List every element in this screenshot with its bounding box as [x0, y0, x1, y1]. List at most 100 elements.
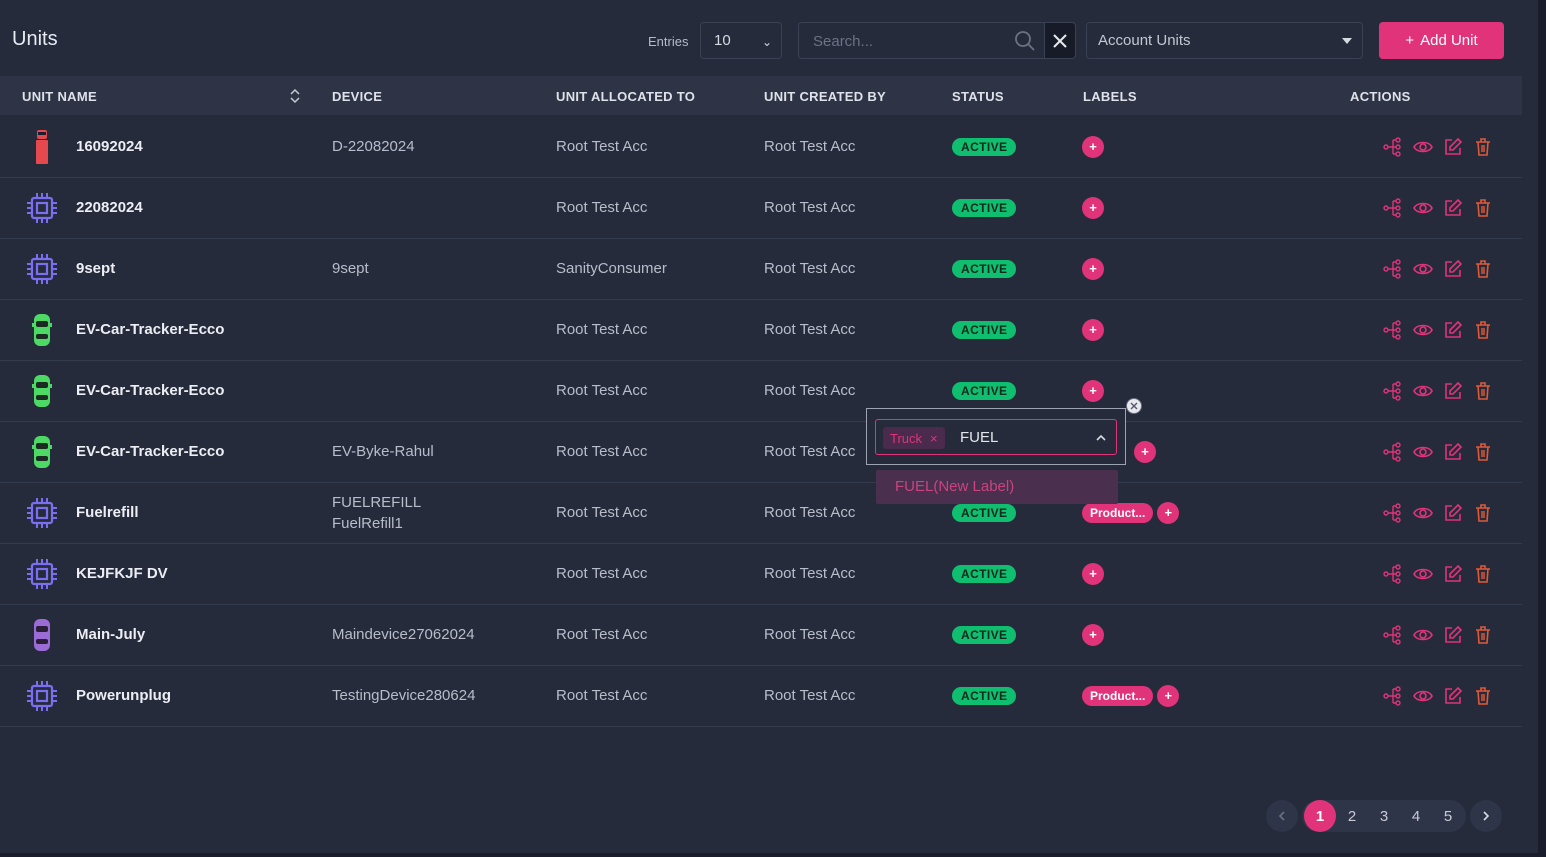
col-unit-name[interactable]: UNIT NAME [22, 89, 97, 104]
edit-icon[interactable] [1443, 686, 1463, 706]
eye-icon[interactable] [1413, 320, 1433, 340]
trash-icon[interactable] [1473, 320, 1493, 340]
unit-name[interactable]: EV-Car-Tracker-Ecco [76, 360, 224, 421]
account-units-select[interactable]: Account Units [1086, 22, 1363, 59]
sort-icon[interactable] [289, 88, 301, 104]
trash-icon[interactable] [1473, 625, 1493, 645]
hierarchy-icon[interactable] [1383, 685, 1403, 706]
hierarchy-icon[interactable] [1383, 624, 1403, 645]
unit-name[interactable]: EV-Car-Tracker-Ecco [76, 421, 224, 482]
add-label-button[interactable]: + [1082, 135, 1104, 158]
add-label-button[interactable]: + [1082, 318, 1104, 341]
table-row[interactable]: Fuelrefill FUELREFILL FuelRefill1 Root Test… [0, 482, 1522, 544]
trash-icon[interactable] [1473, 503, 1493, 523]
eye-icon[interactable] [1413, 564, 1433, 584]
table-row[interactable]: Main-July Maindevice27062024 Root Test Acc… [0, 604, 1522, 666]
unit-name[interactable]: Powerunplug [76, 665, 171, 726]
unit-name[interactable]: Main-July [76, 604, 145, 665]
add-label-button[interactable]: + [1082, 379, 1104, 402]
unit-name[interactable]: 16092024 [76, 116, 143, 177]
label-chip[interactable]: Product... [1082, 685, 1154, 706]
unit-name[interactable]: KEJFKJF DV [76, 543, 168, 604]
hierarchy-icon[interactable] [1383, 563, 1403, 584]
label-option-new[interactable]: FUEL(New Label) [876, 470, 1118, 504]
edit-icon[interactable] [1443, 320, 1463, 340]
eye-icon[interactable] [1413, 198, 1433, 218]
page-button[interactable]: 5 [1432, 800, 1464, 832]
trash-icon[interactable] [1473, 381, 1493, 401]
table-row[interactable]: 22082024 Root Test Acc Root Test Acc ACTIVE… [0, 177, 1522, 239]
hierarchy-icon[interactable] [1383, 197, 1403, 218]
table-row[interactable]: 16092024 D-22082024 Root Test Acc Root Test… [0, 116, 1522, 178]
eye-icon[interactable] [1413, 137, 1433, 157]
entries-select[interactable]: 10 ⌄ [700, 22, 782, 59]
label-chip[interactable]: Product... [1082, 502, 1154, 523]
trash-icon[interactable] [1473, 137, 1493, 157]
eye-icon[interactable] [1413, 625, 1433, 645]
hierarchy-icon[interactable] [1383, 380, 1403, 401]
prev-page-button[interactable] [1266, 800, 1298, 832]
clear-search-button[interactable] [1044, 22, 1076, 59]
unit-name[interactable]: Fuelrefill [76, 482, 139, 543]
search-icon[interactable] [1014, 30, 1036, 52]
hierarchy-icon[interactable] [1383, 502, 1403, 523]
table-row[interactable]: EV-Car-Tracker-Ecco Root Test Acc Root Tes… [0, 299, 1522, 361]
edit-icon[interactable] [1443, 381, 1463, 401]
eye-icon[interactable] [1413, 503, 1433, 523]
edit-icon[interactable] [1443, 137, 1463, 157]
add-label-button[interactable]: + [1134, 440, 1156, 463]
page-button[interactable]: 3 [1368, 800, 1400, 832]
add-label-button[interactable]: + [1082, 257, 1104, 280]
hierarchy-icon[interactable] [1383, 258, 1403, 279]
page-button[interactable]: 4 [1400, 800, 1432, 832]
page-button[interactable]: 1 [1304, 800, 1336, 832]
device-cell: EV-Byke-Rahul [332, 443, 434, 460]
add-label-button[interactable]: + [1157, 501, 1180, 524]
chevron-right-icon [1483, 811, 1490, 821]
add-label-button[interactable]: + [1082, 623, 1104, 646]
eye-icon[interactable] [1413, 442, 1433, 462]
hierarchy-icon[interactable] [1383, 136, 1403, 157]
table-row[interactable]: EV-Car-Tracker-Ecco EV-Byke-Rahul Root Tes… [0, 421, 1522, 483]
remove-tag-icon[interactable]: × [930, 431, 938, 446]
trash-icon[interactable] [1473, 442, 1493, 462]
edit-icon[interactable] [1443, 442, 1463, 462]
search-input[interactable] [799, 23, 1015, 60]
unit-name[interactable]: 22082024 [76, 177, 143, 238]
table-row[interactable]: KEJFKJF DV Root Test Acc Root Test Acc ACTI… [0, 543, 1522, 605]
table-row[interactable]: EV-Car-Tracker-Ecco Root Test Acc Root Tes… [0, 360, 1522, 422]
unit-name[interactable]: EV-Car-Tracker-Ecco [76, 299, 224, 360]
add-label-button[interactable]: + [1082, 562, 1104, 585]
add-label-button[interactable]: + [1082, 196, 1104, 219]
trash-icon[interactable] [1473, 686, 1493, 706]
device-name: FUELREFILL [332, 493, 422, 511]
labels-cell: + [1082, 543, 1108, 604]
add-unit-label: Add Unit [1420, 32, 1478, 49]
trash-icon[interactable] [1473, 564, 1493, 584]
add-unit-button[interactable]: + Add Unit [1379, 22, 1504, 59]
trash-icon[interactable] [1473, 259, 1493, 279]
edit-icon[interactable] [1443, 259, 1463, 279]
edit-icon[interactable] [1443, 503, 1463, 523]
edit-icon[interactable] [1443, 564, 1463, 584]
hierarchy-icon[interactable] [1383, 319, 1403, 340]
label-input-field[interactable]: Truck × FUEL [875, 419, 1117, 455]
unit-name[interactable]: 9sept [76, 238, 115, 299]
edit-icon[interactable] [1443, 625, 1463, 645]
edit-icon[interactable] [1443, 198, 1463, 218]
eye-icon[interactable] [1413, 686, 1433, 706]
add-label-button[interactable]: + [1157, 684, 1180, 707]
page-button[interactable]: 2 [1336, 800, 1368, 832]
close-editor-icon[interactable] [1126, 398, 1142, 414]
chevron-up-icon[interactable] [1095, 432, 1107, 444]
trash-icon[interactable] [1473, 198, 1493, 218]
search-box[interactable] [798, 22, 1044, 60]
table-row[interactable]: 9sept 9sept SanityConsumer Root Test Acc ACT… [0, 238, 1522, 300]
label-typed-text[interactable]: FUEL [960, 429, 998, 446]
eye-icon[interactable] [1413, 259, 1433, 279]
allocated-cell: Root Test Acc [556, 199, 648, 216]
hierarchy-icon[interactable] [1383, 441, 1403, 462]
table-row[interactable]: Powerunplug TestingDevice280624 Root Test … [0, 665, 1522, 727]
eye-icon[interactable] [1413, 381, 1433, 401]
next-page-button[interactable] [1470, 800, 1502, 832]
